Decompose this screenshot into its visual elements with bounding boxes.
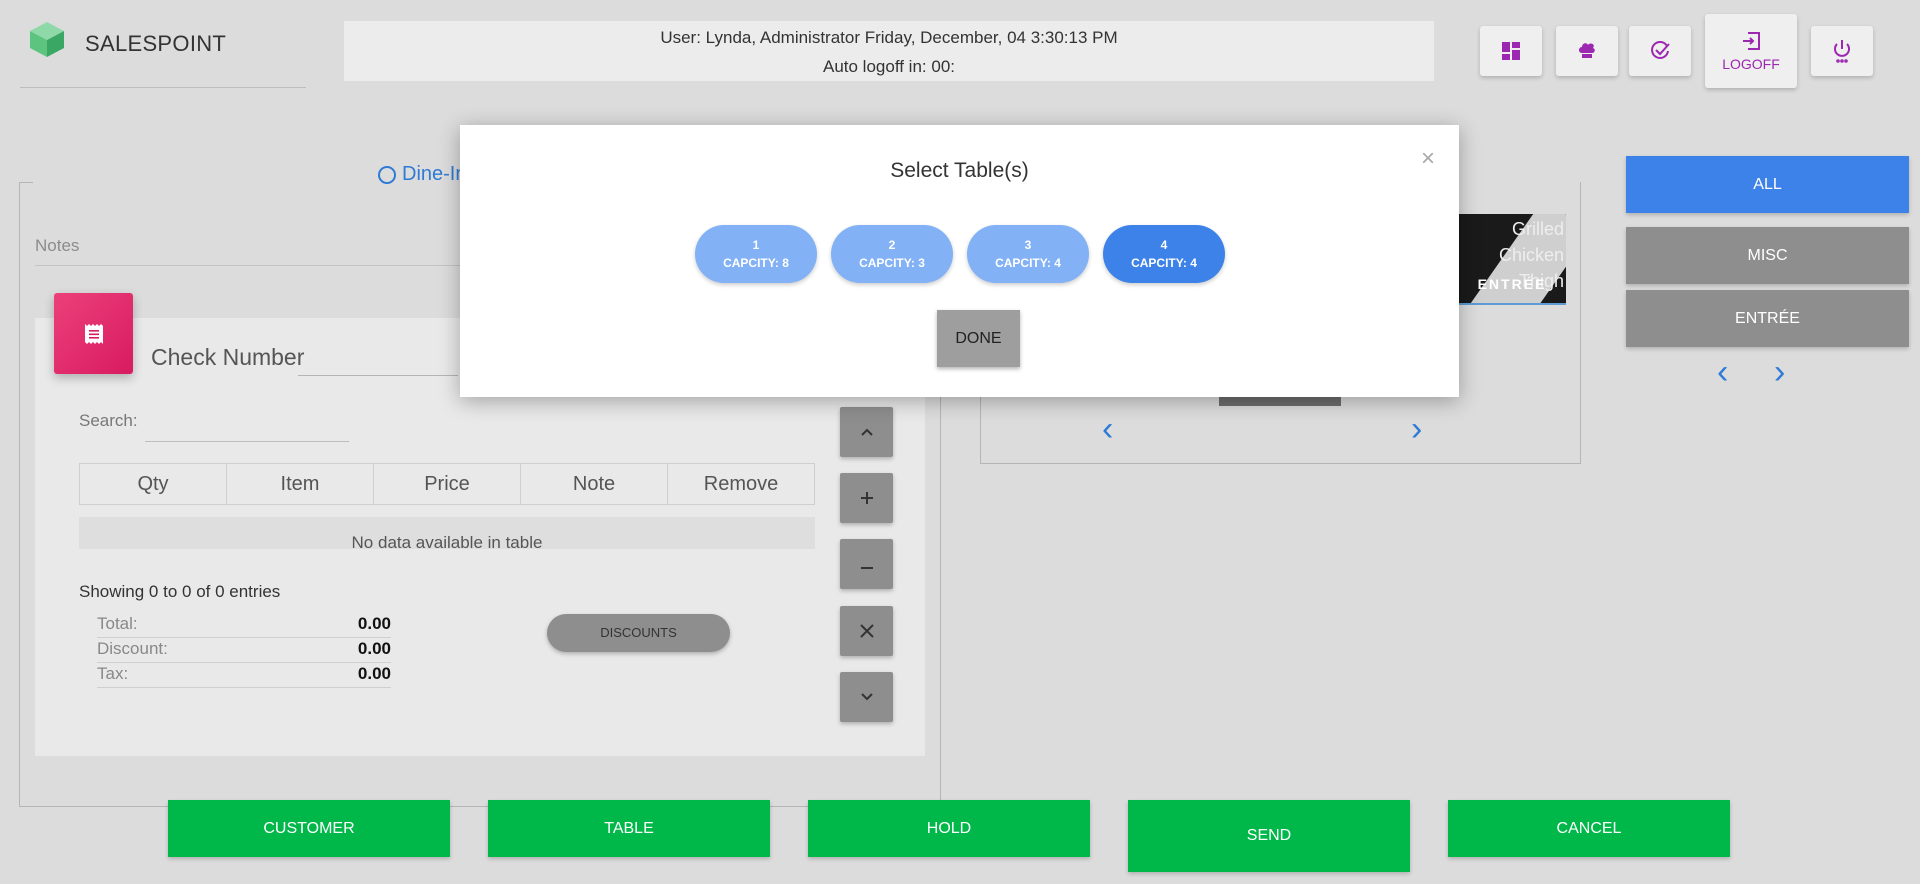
discounts-button[interactable]: DISCOUNTS (547, 614, 730, 652)
minus-icon (860, 567, 873, 569)
check-circle-icon (1651, 41, 1670, 59)
search-label: Search: (79, 411, 138, 430)
items-prev-arrow-icon[interactable]: ‹ (1102, 412, 1113, 446)
category-misc-button[interactable]: MISC (1626, 227, 1909, 284)
empty-table-message: No data available in table (79, 505, 815, 552)
receipt-icon (54, 293, 133, 374)
table-option-4[interactable]: 4 CAPCITY: 4 (1103, 225, 1225, 283)
column-note[interactable]: Note (520, 464, 667, 504)
table-header: Qty Item Price Note Remove (79, 463, 815, 505)
table-capacity: CAPCITY: 4 (995, 256, 1061, 270)
tax-value: 0.00 (357, 664, 391, 683)
cancel-button[interactable]: CANCEL (1448, 800, 1730, 857)
order-panel-edge (19, 182, 33, 183)
modal-title: Select Table(s) (890, 159, 1029, 182)
brand-divider (20, 87, 306, 88)
tax-label: Tax: (97, 664, 129, 683)
column-item[interactable]: Item (226, 464, 373, 504)
table-number: 4 (1160, 238, 1168, 252)
decrease-qty-button[interactable] (840, 539, 893, 589)
select-table-modal: Select Table(s) × 1 CAPCITY: 8 2 CAPCITY… (460, 125, 1459, 397)
total-row: Total: 0.00 (97, 614, 391, 638)
hold-button[interactable]: HOLD (808, 800, 1090, 857)
dashboard-button[interactable] (1480, 26, 1542, 76)
send-button[interactable]: SEND (1128, 800, 1410, 872)
category-all-button[interactable]: ALL (1626, 156, 1909, 213)
table-capacity: CAPCITY: 4 (1131, 256, 1197, 270)
table-capacity: CAPCITY: 8 (723, 256, 789, 270)
plus-icon (860, 492, 873, 504)
dine-in-option[interactable]: Dine-In (378, 163, 466, 186)
auto-logoff-timer: Auto logoff in: 00: (822, 57, 955, 76)
column-qty[interactable]: Qty (79, 464, 226, 504)
user-status-bar: User: Lynda, Administrator Friday, Decem… (344, 21, 1434, 81)
chevron-up-icon (860, 428, 873, 436)
chef-hat-icon (1579, 43, 1595, 58)
total-label: Total: (97, 614, 138, 633)
search-input[interactable] (145, 404, 349, 442)
categories-prev-arrow-icon[interactable]: ‹ (1717, 355, 1728, 389)
order-table: Qty Item Price Note Remove No data avail… (79, 463, 815, 552)
table-button[interactable]: TABLE (488, 800, 770, 857)
close-icon (859, 624, 874, 638)
logoff-label: LOGOFF (1722, 56, 1780, 72)
radio-icon (378, 165, 396, 184)
approve-button[interactable] (1629, 26, 1691, 76)
categories-next-arrow-icon[interactable]: › (1774, 355, 1785, 389)
table-capacity: CAPCITY: 3 (859, 256, 925, 270)
increase-qty-button[interactable] (840, 473, 893, 523)
check-number-field[interactable] (298, 375, 458, 376)
kitchen-button[interactable] (1556, 26, 1618, 76)
done-button[interactable]: DONE (937, 310, 1020, 367)
item-tile-bar (1219, 396, 1341, 406)
logout-icon (1743, 32, 1760, 50)
discount-row: Discount: 0.00 (97, 639, 391, 663)
logoff-button[interactable]: LOGOFF (1705, 14, 1797, 88)
column-price[interactable]: Price (373, 464, 520, 504)
table-number: 2 (888, 238, 896, 252)
tax-row: Tax: 0.00 (97, 664, 391, 688)
items-next-arrow-icon[interactable]: › (1411, 412, 1422, 446)
discount-value: 0.00 (357, 639, 391, 658)
table-option-2[interactable]: 2 CAPCITY: 3 (831, 225, 953, 283)
brand-name: SALESPOINT (85, 31, 227, 56)
menu-item-category: ENTRÉE (1477, 276, 1547, 292)
scroll-up-button[interactable] (840, 407, 893, 457)
check-number-label: Check Number (151, 344, 305, 370)
salespoint-logo-icon (30, 22, 64, 57)
power-button[interactable] (1811, 26, 1873, 76)
column-remove[interactable]: Remove (667, 464, 815, 504)
table-option-3[interactable]: 3 CAPCITY: 4 (967, 225, 1089, 283)
customer-button[interactable]: CUSTOMER (168, 800, 450, 857)
chevron-down-icon (860, 693, 873, 701)
entries-info: Showing 0 to 0 of 0 entries (79, 582, 281, 601)
notes-label: Notes (35, 236, 80, 255)
user-info: User: Lynda, Administrator Friday, Decem… (660, 28, 1118, 47)
close-icon[interactable]: × (1421, 145, 1435, 173)
dine-in-label: Dine-In (402, 163, 467, 185)
category-entree-button[interactable]: ENTRÉE (1626, 290, 1909, 347)
total-value: 0.00 (357, 614, 391, 633)
discount-label: Discount: (97, 639, 168, 658)
menu-item-tile[interactable]: Grilled Chicken Thigh ENTRÉE (1458, 214, 1566, 305)
table-number: 1 (752, 238, 760, 252)
dashboard-icon (1502, 42, 1520, 60)
table-number: 3 (1024, 238, 1032, 252)
scroll-down-button[interactable] (840, 672, 893, 722)
table-option-1[interactable]: 1 CAPCITY: 8 (695, 225, 817, 283)
power-icon (1834, 40, 1850, 63)
remove-item-button[interactable] (840, 606, 893, 656)
